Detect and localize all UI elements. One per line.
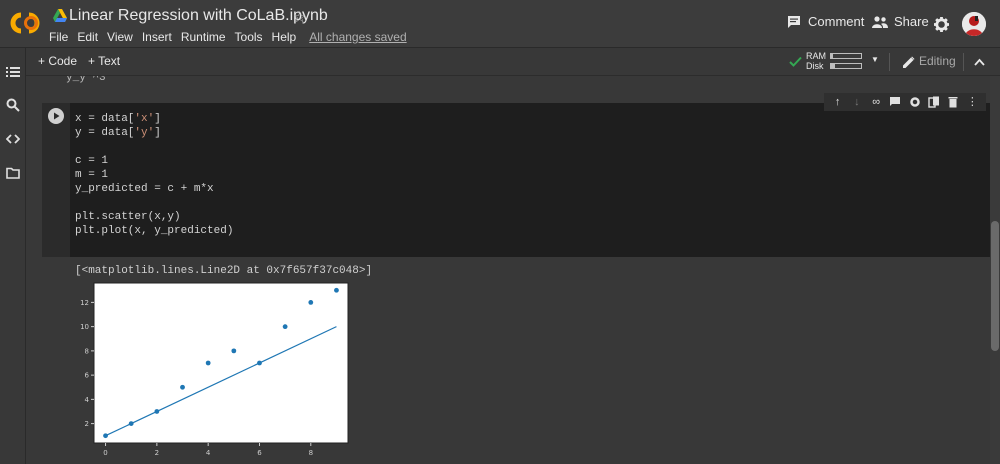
y-tick-label-4: 10 <box>80 323 89 331</box>
user-avatar[interactable] <box>962 12 986 36</box>
toolbar-divider <box>889 53 890 71</box>
x-tick-label-4: 8 <box>309 449 313 457</box>
scatter-point-9 <box>334 287 339 293</box>
cell-toolbar: ↑ ↓ ∞ ⋮ <box>824 93 986 111</box>
y-tick-label-3: 8 <box>85 347 89 355</box>
comment-button[interactable]: Comment <box>787 14 864 29</box>
disk-label: Disk <box>806 61 824 71</box>
vertical-scrollbar[interactable] <box>990 76 1000 464</box>
code-line-8: plt.scatter(x,y) <box>75 211 181 223</box>
disk-usage-bar <box>830 63 862 69</box>
menu-help[interactable]: Help <box>272 30 297 44</box>
scatter-point-3 <box>180 384 185 390</box>
notebook-toolbar: + Code + Text RAM Disk ▼ Editing <box>0 48 1000 76</box>
menu-tools[interactable]: Tools <box>235 30 263 44</box>
x-tick-label-1: 2 <box>155 449 159 457</box>
files-folder-icon[interactable] <box>6 166 20 180</box>
connected-check-icon <box>789 56 802 67</box>
cell-gutter <box>42 103 70 257</box>
link-icon[interactable]: ∞ <box>870 96 882 108</box>
resources-indicator[interactable]: RAM Disk <box>806 51 826 71</box>
scrollbar-thumb[interactable] <box>991 221 999 351</box>
x-tick-label-3: 6 <box>257 449 262 457</box>
menu-edit[interactable]: Edit <box>77 30 98 44</box>
ram-label: RAM <box>806 51 826 61</box>
add-text-button[interactable]: + Text <box>88 54 120 68</box>
resources-dropdown-icon[interactable]: ▼ <box>871 55 879 64</box>
scatter-point-7 <box>282 324 288 330</box>
more-vertical-icon[interactable]: ⋮ <box>966 96 978 108</box>
menu-view[interactable]: View <box>107 30 133 44</box>
delete-trash-icon[interactable] <box>947 96 959 108</box>
notebook-title[interactable]: Linear Regression with CoLaB.ipynb <box>69 7 328 25</box>
editing-mode-button[interactable]: Editing <box>919 54 956 68</box>
scatter-plot: 0 2 4 6 8 2 4 6 8 10 12 <box>80 282 349 457</box>
collapse-chevron-up-icon[interactable] <box>974 58 985 66</box>
play-icon <box>54 112 60 120</box>
plot-area <box>93 282 349 444</box>
notebook-content: y_y ^3 x = data['x'] y = data['y'] c = 1… <box>26 76 990 464</box>
cell-settings-gear-icon[interactable] <box>909 96 921 108</box>
x-tick-label-0: 0 <box>103 449 107 457</box>
previous-cell-cut-text: y_y ^3 <box>66 76 106 84</box>
move-cell-down-icon[interactable]: ↓ <box>851 96 863 108</box>
code-snippets-icon[interactable] <box>6 132 20 146</box>
y-tick-label-2: 6 <box>85 372 90 380</box>
search-icon[interactable] <box>6 98 20 112</box>
comment-icon <box>788 15 800 28</box>
mirror-cell-icon[interactable] <box>928 96 940 108</box>
scatter-point-4 <box>205 360 211 366</box>
star-icon[interactable]: ☆ <box>293 8 306 26</box>
table-of-contents-icon[interactable] <box>6 65 20 79</box>
code-line-2: y = data['y'] <box>75 127 161 139</box>
toolbar-divider-2 <box>963 53 964 71</box>
scatter-point-0 <box>103 433 108 439</box>
code-line-9: plt.plot(x, y_predicted) <box>75 225 234 237</box>
code-line-6: y_predicted = c + m*x <box>75 183 214 195</box>
menu-file[interactable]: File <box>49 30 68 44</box>
share-button[interactable]: Share <box>872 14 929 29</box>
save-status-link[interactable]: All changes saved <box>309 30 406 44</box>
code-line-4: c = 1 <box>75 155 109 167</box>
menu-runtime[interactable]: Runtime <box>181 30 226 44</box>
share-label: Share <box>894 14 929 29</box>
comment-label: Comment <box>808 14 865 29</box>
ram-usage-bar <box>830 53 862 59</box>
x-tick-label-2: 4 <box>206 449 211 457</box>
colab-logo-icon[interactable] <box>8 10 42 36</box>
y-tick-label-0: 2 <box>85 420 89 428</box>
menu-insert[interactable]: Insert <box>142 30 172 44</box>
edit-pencil-icon <box>903 56 915 68</box>
move-cell-up-icon[interactable]: ↑ <box>832 96 844 108</box>
y-tick-label-1: 4 <box>85 396 90 404</box>
comment-cell-icon[interactable] <box>889 96 901 108</box>
scatter-point-8 <box>308 299 314 305</box>
scatter-point-5 <box>231 348 237 354</box>
y-tick-label-5: 12 <box>80 299 89 307</box>
left-sidebar-rail <box>0 48 26 464</box>
menu-bar: File Edit View Insert Runtime Tools Help… <box>49 30 407 44</box>
add-code-button[interactable]: + Code <box>38 54 77 68</box>
settings-gear-icon[interactable] <box>934 17 949 32</box>
drive-icon <box>53 9 67 22</box>
output-text: [<matplotlib.lines.Line2D at 0x7f657f37c… <box>75 265 373 277</box>
code-line-1: x = data['x'] <box>75 113 161 125</box>
run-cell-button[interactable] <box>48 108 64 124</box>
header: Linear Regression with CoLaB.ipynb ☆ Fil… <box>0 0 1000 48</box>
code-line-5: m = 1 <box>75 169 109 181</box>
share-people-icon <box>872 15 888 28</box>
